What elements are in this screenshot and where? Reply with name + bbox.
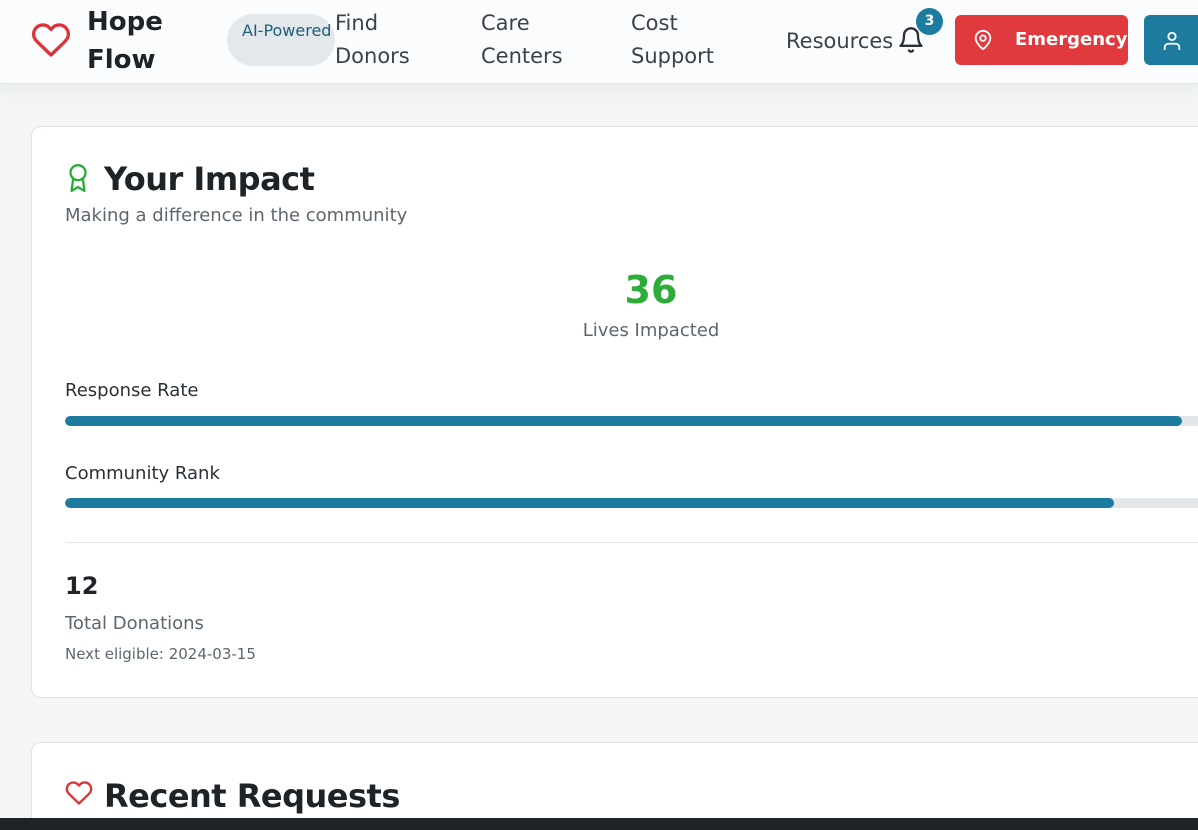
total-donations-value: 12 [65,572,99,600]
user-icon [1163,31,1181,51]
top-navbar: Hope Flow AI-Powered Find Donors Care Ce… [0,0,1198,84]
nav-cost-support[interactable]: Cost Support [631,7,721,73]
response-rate-progress-fill [65,416,1183,426]
nav-care-centers[interactable]: Care Centers [481,7,563,73]
response-rate-progress [65,416,1198,426]
impact-title: Your Impact [104,160,315,198]
total-donations-label: Total Donations [65,613,204,634]
impact-card: Your Impact Making a difference in the c… [31,126,1198,698]
heart-icon [65,781,93,805]
community-rank-progress [65,498,1198,508]
nav-resources[interactable]: Resources [786,25,893,58]
map-pin-icon [974,29,992,51]
recent-requests-card: Recent Requests [31,742,1198,830]
response-rate-label: Response Rate [65,380,199,401]
divider [65,542,1198,543]
community-rank-label: Community Rank [65,463,220,484]
award-icon [69,163,87,193]
impact-subtitle: Making a difference in the community [65,205,408,226]
community-rank-progress-fill [65,498,1114,508]
window-bottom-edge [0,818,1198,830]
lives-impacted-label: Lives Impacted [582,320,720,341]
profile-button[interactable] [1144,15,1198,65]
ai-powered-badge: AI-Powered [227,14,335,66]
heart-logo-icon[interactable] [31,20,71,60]
emergency-button[interactable]: Emergency [955,15,1128,65]
lives-impacted-value: 36 [624,268,678,312]
page: Hope Flow AI-Powered Find Donors Care Ce… [0,0,1198,830]
notification-count-badge: 3 [916,8,943,35]
nav-find-donors[interactable]: Find Donors [335,7,415,73]
emergency-button-label: Emergency [1015,29,1128,50]
brand-name[interactable]: Hope Flow [87,3,177,79]
recent-requests-title: Recent Requests [104,777,400,815]
next-eligible-date: Next eligible: 2024-03-15 [65,645,256,663]
